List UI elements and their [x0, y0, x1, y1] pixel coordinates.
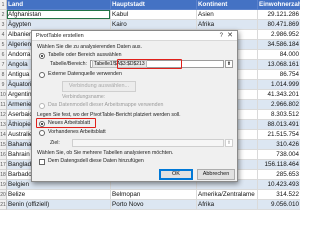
radio-existing-sheet[interactable]	[39, 130, 45, 136]
choose-data-label: Wählen Sie die zu analysierenden Daten a…	[37, 44, 142, 50]
table-cell[interactable]: 41.343.201	[258, 90, 300, 100]
table-cell[interactable]: 2.966.802	[258, 100, 300, 110]
row-number[interactable]: 14	[0, 130, 7, 140]
target-range-select-icon[interactable]: ⬆	[225, 139, 233, 147]
target-input[interactable]	[72, 139, 224, 147]
table-row[interactable]: 3 Ägypten Kairo Afrika 80.471.869	[0, 20, 300, 30]
row-number[interactable]: 20	[0, 190, 7, 200]
table-cell[interactable]: 80.471.869	[258, 20, 300, 30]
table-cell[interactable]: Belmopan	[111, 190, 197, 200]
range-select-icon[interactable]: ⬆	[225, 60, 233, 68]
table-cell[interactable]: Afrika	[197, 20, 258, 30]
row-number[interactable]: 1	[0, 0, 7, 10]
row-number[interactable]: 15	[0, 140, 7, 150]
table-row[interactable]: 20 Belize Belmopan Amerika/Zentralame 314.52…	[0, 190, 300, 200]
target-label: Ziel:	[50, 140, 60, 146]
radio-data-model-label: Das Datenmodell dieser Arbeitsmappe verw…	[48, 102, 164, 108]
radio-table-range-label: Tabelle oder Bereich auswählen	[48, 52, 122, 58]
table-cell[interactable]: Afghanistan	[7, 10, 111, 20]
multiple-tables-label: Wählen Sie, ob Sie mehrere Tabellen anal…	[37, 150, 174, 156]
range-highlight	[117, 59, 182, 69]
radio-table-range[interactable]	[39, 53, 45, 59]
add-to-data-model-checkbox[interactable]	[39, 159, 45, 165]
table-cell[interactable]: 21.515.754	[258, 130, 300, 140]
table-cell[interactable]: 13.068.161	[258, 60, 300, 70]
table-cell[interactable]: 1.014.999	[258, 80, 300, 90]
table-cell[interactable]: 310.426	[258, 140, 300, 150]
help-icon[interactable]: ?	[220, 31, 223, 41]
ok-button[interactable]: OK	[159, 169, 193, 180]
table-cell[interactable]: 86.754	[258, 70, 300, 80]
header-cell[interactable]: Land	[7, 0, 111, 10]
table-row[interactable]: 2 Afghanistan Kabul Asien 29.121.286	[0, 10, 300, 20]
table-cell[interactable]: Afrika	[197, 200, 258, 210]
table-cell[interactable]: 738.004	[258, 150, 300, 160]
row-number[interactable]: 12	[0, 110, 7, 120]
pivottable-dialog: PivotTable erstellen ? ✕ Wählen Sie die …	[31, 30, 238, 182]
header-cell[interactable]: Kontinent	[197, 0, 258, 10]
row-number[interactable]: 7	[0, 60, 7, 70]
add-to-data-model-label: Dem Datengsdell diese Daten hinzufügen	[48, 158, 144, 164]
close-icon[interactable]: ✕	[227, 31, 233, 41]
table-cell[interactable]: 156.118.464	[258, 160, 300, 170]
row-number[interactable]: 17	[0, 160, 7, 170]
row-number[interactable]: 9	[0, 80, 7, 90]
header-row[interactable]: 1 Land Hauptstadt Kontinent Einwohnerzahl	[0, 0, 300, 10]
radio-external-label: Externe Datenquelle verwenden	[48, 71, 122, 77]
dialog-title: PivotTable erstellen	[32, 31, 237, 41]
table-cell[interactable]: Asien	[197, 10, 258, 20]
new-sheet-highlight	[36, 118, 96, 128]
table-cell[interactable]: Ägypten	[7, 20, 111, 30]
table-cell[interactable]: 2.986.952	[258, 30, 300, 40]
table-cell[interactable]: 8.303.512	[258, 110, 300, 120]
row-number[interactable]: 13	[0, 120, 7, 130]
table-cell[interactable]: 9.056.010	[258, 200, 300, 210]
table-cell[interactable]: 84.000	[258, 50, 300, 60]
row-number[interactable]: 2	[0, 10, 7, 20]
row-number[interactable]: 21	[0, 200, 7, 210]
table-cell[interactable]: Amerika/Zentralame	[197, 190, 258, 200]
row-number[interactable]: 4	[0, 30, 7, 40]
row-number[interactable]: 3	[0, 20, 7, 30]
table-cell[interactable]: Kairo	[111, 20, 197, 30]
table-cell[interactable]: Benin (offiziell)	[7, 200, 111, 210]
cancel-button[interactable]: Abbrechen	[197, 169, 235, 180]
connection-name-label: Verbindungsname:	[62, 94, 106, 100]
table-cell[interactable]: 88.013.491	[258, 120, 300, 130]
table-cell[interactable]: 29.121.286	[258, 10, 300, 20]
header-cell[interactable]: Einwohnerzahl	[258, 0, 300, 10]
table-cell[interactable]: 10.423.493	[258, 180, 300, 190]
row-number[interactable]: 8	[0, 70, 7, 80]
row-number[interactable]: 5	[0, 40, 7, 50]
table-range-label: Tabelle/Bereich:	[50, 61, 87, 67]
table-cell[interactable]: 285.653	[258, 170, 300, 180]
table-cell[interactable]: Belize	[7, 190, 111, 200]
row-number[interactable]: 6	[0, 50, 7, 60]
table-cell[interactable]: 34.586.184	[258, 40, 300, 50]
radio-external[interactable]	[39, 72, 45, 78]
row-number[interactable]: 18	[0, 170, 7, 180]
table-cell[interactable]: 314.522	[258, 190, 300, 200]
header-cell[interactable]: Hauptstadt	[111, 0, 197, 10]
row-number[interactable]: 10	[0, 90, 7, 100]
table-cell[interactable]: Porto Novo	[111, 200, 197, 210]
table-cell[interactable]: Kabul	[111, 10, 197, 20]
radio-data-model[interactable]	[39, 103, 45, 109]
radio-existing-sheet-label: Vorhandenes Arbeitsblatt	[48, 129, 106, 135]
choose-connection-button[interactable]: Verbindung auswählen...	[62, 81, 136, 92]
row-number[interactable]: 19	[0, 180, 7, 190]
row-number[interactable]: 16	[0, 150, 7, 160]
table-row[interactable]: 21 Benin (offiziell) Porto Novo Afrika 9.056…	[0, 200, 300, 210]
row-number[interactable]: 11	[0, 100, 7, 110]
